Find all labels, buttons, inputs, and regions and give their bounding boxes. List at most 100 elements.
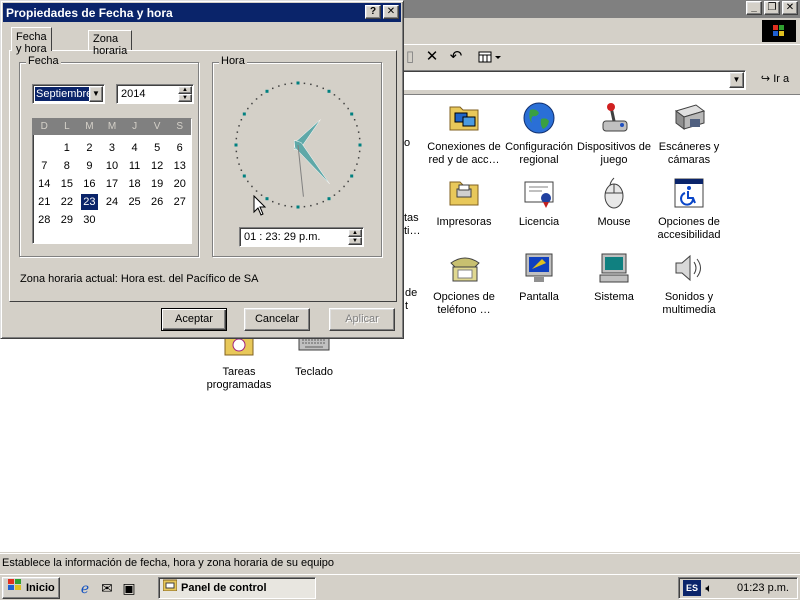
cp-item-display[interactable]: Pantalla xyxy=(500,251,578,304)
calendar-day[interactable]: 26 xyxy=(146,193,169,211)
time-groupbox: Hora 01 : 23: 29 p.m. ▲ ▼ xyxy=(212,55,382,257)
calendar-day[interactable]: 5 xyxy=(146,139,169,157)
taskbar-clock[interactable]: 01:23 p.m. xyxy=(737,582,789,594)
calendar-day[interactable]: 22 xyxy=(56,193,79,211)
calendar-day[interactable]: 9 xyxy=(78,157,101,175)
calendar-day[interactable]: 29 xyxy=(56,211,79,229)
cp-item-network[interactable]: Conexiones de red y de acc… xyxy=(425,101,503,167)
weekday-label: D xyxy=(40,121,48,132)
clock-minute-mark xyxy=(356,163,358,165)
partial-label: t xyxy=(405,300,409,312)
month-select[interactable]: Septiembre ▼ xyxy=(32,84,105,104)
printer-folder-icon xyxy=(447,176,481,210)
year-up-button[interactable]: ▲ xyxy=(178,86,192,94)
time-spinner[interactable]: 01 : 23: 29 p.m. ▲ ▼ xyxy=(239,227,364,247)
cancel-button[interactable]: Cancelar xyxy=(244,308,310,331)
calendar-day[interactable]: 8 xyxy=(56,157,79,175)
calendar-day[interactable]: 12 xyxy=(146,157,169,175)
tab-timezone[interactable]: Zona horaria xyxy=(88,30,133,57)
show-desktop-icon[interactable]: ▣ xyxy=(120,579,138,597)
clock-hour-mark xyxy=(327,197,331,201)
clock-minute-mark xyxy=(338,190,341,192)
restore-button[interactable]: ❐ xyxy=(764,1,780,15)
clock-minute-mark xyxy=(303,205,306,208)
go-button[interactable]: ↪ Ir a xyxy=(752,70,798,90)
undo-icon[interactable]: ↶ xyxy=(447,49,465,65)
outlook-express-icon[interactable]: ✉ xyxy=(98,579,116,597)
partial-label: de xyxy=(405,287,418,299)
minimize-button[interactable]: _ xyxy=(746,1,762,15)
calendar-day[interactable]: 10 xyxy=(101,157,124,175)
calendar-day[interactable]: 19 xyxy=(146,175,169,193)
dialog-close-button[interactable]: ✕ xyxy=(383,5,399,19)
address-dropdown-button[interactable]: ▼ xyxy=(729,72,744,88)
calendar-day[interactable]: 25 xyxy=(123,193,146,211)
address-input[interactable]: ▼ xyxy=(400,70,746,90)
calendar-day[interactable]: 23 xyxy=(81,194,98,210)
clock-minute-mark xyxy=(236,157,239,159)
clock-minute-mark xyxy=(358,150,361,153)
calendar-day[interactable]: 4 xyxy=(123,139,146,157)
clock-minute-mark xyxy=(303,82,306,85)
language-indicator[interactable]: ES xyxy=(683,580,701,596)
date-time-dialog: Propiedades de Fecha y hora ? ✕ Fecha Se… xyxy=(0,0,404,339)
cp-item-regional[interactable]: Configuración regional xyxy=(500,101,578,167)
cp-item-phone[interactable]: Opciones de teléfono … xyxy=(425,251,503,317)
taskbar-item-control-panel[interactable]: Panel de control xyxy=(158,577,316,599)
clock-hour-mark xyxy=(296,81,300,85)
mouse-pointer-icon xyxy=(253,195,267,216)
cp-item-system[interactable]: Sistema xyxy=(575,251,653,304)
calendar-day[interactable]: 17 xyxy=(101,175,124,193)
calendar-day[interactable]: 13 xyxy=(168,157,191,175)
calendar-day[interactable]: 3 xyxy=(101,139,124,157)
chevron-down-icon[interactable]: ▼ xyxy=(89,86,103,102)
year-spinner[interactable]: 2014 ▲ ▼ xyxy=(116,84,194,104)
tab-date-time[interactable]: Fecha y hora xyxy=(11,27,52,55)
calendar-day[interactable]: 18 xyxy=(123,175,146,193)
start-button[interactable]: Inicio xyxy=(2,577,60,599)
cp-item-printers[interactable]: Impresoras xyxy=(425,176,503,229)
license-certificate-icon xyxy=(522,176,556,210)
cp-item-game-devices[interactable]: Dispositivos de juego xyxy=(575,101,653,167)
year-down-button[interactable]: ▼ xyxy=(178,94,192,102)
apply-button[interactable]: Aplicar xyxy=(329,308,395,331)
calendar-day[interactable]: 16 xyxy=(78,175,101,193)
help-button[interactable]: ? xyxy=(365,5,381,19)
clock-minute-mark xyxy=(333,94,336,96)
calendar-day[interactable]: 1 xyxy=(56,139,79,157)
calendar-day[interactable]: 14 xyxy=(33,175,56,193)
clock-minute-mark xyxy=(278,203,280,205)
calendar-day[interactable]: 11 xyxy=(123,157,146,175)
clock-hour-mark xyxy=(242,112,246,116)
clock-minute-mark xyxy=(247,107,249,110)
calendar-days: 1 2 3 4 5 6 7 8 9 10 11 12 13 14 15 16 17 18 19 20 21 22 23 24 2… xyxy=(33,139,191,229)
time-down-button[interactable]: ▼ xyxy=(348,237,362,245)
cp-item-mouse[interactable]: Mouse xyxy=(575,176,653,229)
clock-minute-mark xyxy=(238,163,240,165)
calendar-day[interactable]: 15 xyxy=(56,175,79,193)
calendar-day[interactable]: 2 xyxy=(78,139,101,157)
calendar-day[interactable]: 21 xyxy=(33,193,56,211)
cp-item-sounds[interactable]: Sonidos y multimedia xyxy=(650,251,728,317)
calendar-day[interactable]: 27 xyxy=(168,193,191,211)
clock-minute-mark xyxy=(238,125,240,127)
calendar-day[interactable]: 28 xyxy=(33,211,56,229)
calendar-day[interactable]: 20 xyxy=(168,175,191,193)
tab-panel: Fecha Septiembre ▼ 2014 ▲ ▼ D L M M J V … xyxy=(9,50,397,302)
volume-icon[interactable]: 🔈︎ xyxy=(701,580,717,596)
calendar-day[interactable]: 6 xyxy=(168,139,191,157)
calendar-day[interactable]: 30 xyxy=(78,211,101,229)
close-window-button[interactable]: ✕ xyxy=(782,1,798,15)
dialog-titlebar[interactable]: Propiedades de Fecha y hora ? ✕ xyxy=(3,3,401,22)
views-icon[interactable] xyxy=(478,49,504,65)
computer-icon xyxy=(597,251,631,285)
cp-item-accessibility[interactable]: Opciones de accesibilidad xyxy=(650,176,728,242)
calendar-day[interactable]: 24 xyxy=(101,193,124,211)
cp-item-scanners[interactable]: Escáneres y cámaras xyxy=(650,101,728,167)
time-up-button[interactable]: ▲ xyxy=(348,229,362,237)
delete-icon[interactable]: ✕ xyxy=(423,49,441,65)
internet-explorer-icon[interactable]: ℯ xyxy=(76,579,94,597)
calendar-day[interactable]: 7 xyxy=(33,157,56,175)
cp-item-license[interactable]: Licencia xyxy=(500,176,578,229)
ok-button[interactable]: Aceptar xyxy=(161,308,227,331)
